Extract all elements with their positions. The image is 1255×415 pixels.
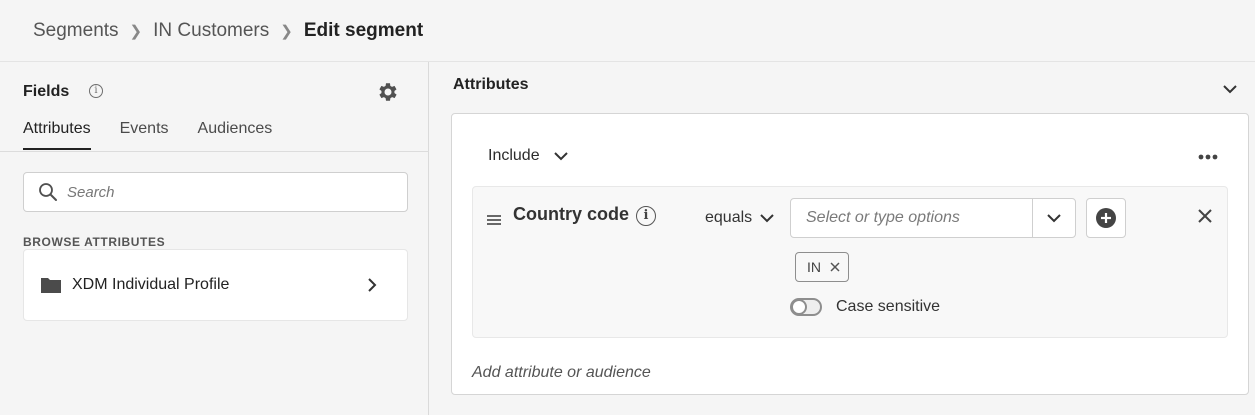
chevron-down-icon[interactable] (1223, 84, 1237, 94)
value-dropdown-button[interactable] (1032, 199, 1075, 237)
fields-panel: Fields i Attributes Events Audiences BRO… (0, 62, 429, 415)
chevron-down-icon (1047, 214, 1061, 223)
chevron-down-icon (553, 152, 568, 161)
segment-rule-panel: Attributes Include Country code i equals (430, 62, 1255, 415)
field-tabs: Attributes Events Audiences (23, 120, 301, 150)
add-attribute-link[interactable]: Add attribute or audience (472, 364, 651, 382)
breadcrumb-segments[interactable]: Segments (33, 20, 119, 42)
operator-dropdown[interactable]: equals (705, 209, 774, 227)
info-icon[interactable]: i (89, 84, 103, 98)
attributes-header: Attributes (453, 76, 529, 93)
folder-icon (41, 278, 61, 293)
value-tag: IN (795, 252, 849, 282)
tag-remove-icon[interactable] (830, 262, 840, 272)
include-dropdown[interactable]: Include (488, 147, 568, 165)
condition-row: Country code i equals Select or type opt… (472, 186, 1228, 338)
tab-events[interactable]: Events (120, 120, 169, 150)
case-sensitive-control: Case sensitive (790, 298, 940, 316)
value-combobox (790, 198, 1076, 238)
add-value-button[interactable] (1086, 198, 1126, 238)
tab-attributes[interactable]: Attributes (23, 120, 91, 150)
breadcrumb: Segments ❯ IN Customers ❯ Edit segment (0, 0, 1255, 62)
chevron-down-icon (760, 214, 774, 223)
include-label: Include (488, 147, 540, 164)
value-input[interactable] (791, 199, 1033, 237)
gear-icon[interactable] (376, 80, 400, 104)
tab-audiences[interactable]: Audiences (198, 120, 273, 150)
browse-item-xdm-individual-profile[interactable]: XDM Individual Profile (23, 249, 408, 321)
add-circle-icon (1096, 208, 1116, 228)
search-icon (39, 183, 57, 201)
condition-field-name: Country code (513, 204, 630, 224)
case-sensitive-label: Case sensitive (836, 298, 941, 315)
search-field (23, 172, 408, 212)
chevron-right-icon: ❯ (280, 22, 293, 40)
close-icon[interactable] (1197, 208, 1213, 224)
fields-title: Fields (23, 83, 70, 100)
value-tag-label: IN (807, 259, 821, 275)
tabs-divider (0, 151, 429, 152)
browse-attributes-label: BROWSE ATTRIBUTES (23, 235, 166, 249)
search-input[interactable] (67, 183, 367, 201)
chevron-right-icon: ❯ (129, 22, 143, 40)
rule-card: Include Country code i equals Select or … (451, 113, 1249, 395)
drag-handle-icon[interactable] (487, 214, 501, 226)
breadcrumb-in-customers[interactable]: IN Customers (153, 20, 269, 42)
more-icon[interactable] (1198, 154, 1218, 160)
chevron-right-icon (368, 278, 377, 292)
browse-item-label: XDM Individual Profile (72, 276, 230, 293)
info-icon[interactable]: i (636, 206, 656, 226)
operator-label: equals (705, 209, 753, 226)
page-title: Edit segment (303, 19, 424, 41)
case-sensitive-toggle[interactable] (790, 298, 822, 316)
